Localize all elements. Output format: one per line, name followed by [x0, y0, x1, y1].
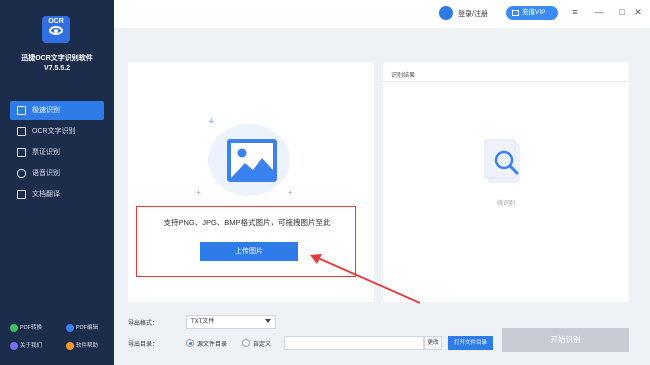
- waiting-label: 待识别: [496, 201, 515, 207]
- sidebar-item-translate[interactable]: 文档翻译: [10, 185, 104, 204]
- upload-image-illustration: [208, 124, 290, 196]
- ticket-icon: [17, 148, 26, 157]
- radio-source-dir[interactable]: [186, 339, 194, 347]
- sidebar-nav: 极速识别 OCR文字识别 票证识别 语音识别 文档翻译: [0, 101, 114, 206]
- main-area: 登录/注册 充值VIP ≡ — □ ✕ + + + 支持PNG、JPG、BMP格…: [114, 0, 650, 365]
- lightning-doc-icon: [17, 106, 26, 115]
- plus-sparkle-icon: +: [208, 116, 215, 128]
- close-icon[interactable]: ✕: [633, 6, 643, 18]
- change-dir-button[interactable]: 更改: [424, 336, 442, 350]
- vip-button[interactable]: 充值VIP: [506, 6, 558, 20]
- maximize-icon[interactable]: □: [617, 6, 627, 18]
- export-format-value: TXT文件: [191, 319, 215, 325]
- sidebar-item-label: 极速识别: [32, 107, 60, 114]
- help-label: 软件帮助: [76, 343, 99, 349]
- sidebar-item-label: OCR文字识别: [32, 128, 76, 135]
- export-format-label: 导出格式：: [128, 321, 159, 327]
- diamond-icon: [512, 10, 519, 16]
- start-recognition-button[interactable]: 开始识别: [502, 328, 629, 352]
- microphone-icon: [17, 169, 26, 178]
- pdf-edit-label: PDF编辑: [76, 325, 99, 331]
- result-panel: 识别结果 待识别: [383, 62, 629, 302]
- about-us-label: 关于我们: [20, 343, 43, 349]
- pdf-edit-icon: [66, 324, 74, 332]
- divider: [383, 81, 629, 82]
- sidebar-item-fast-recognition[interactable]: 极速识别: [10, 101, 104, 120]
- radio-custom-dir-label: 自定义: [253, 342, 272, 348]
- app-name: 迅捷OCR文字识别软件: [21, 55, 93, 62]
- upload-hint: 支持PNG、JPG、BMP格式图片，可拖拽图片至此: [163, 218, 331, 227]
- logo-text: OCR: [48, 18, 64, 25]
- pdf-convert-label: PDF转换: [20, 325, 43, 331]
- user-avatar-icon[interactable]: [439, 6, 453, 20]
- sidebar-item-label: 票证识别: [32, 149, 60, 156]
- sidebar-item-ticket[interactable]: 票证识别: [10, 143, 104, 162]
- export-path-input[interactable]: [284, 336, 424, 350]
- chevron-down-icon: [265, 319, 271, 323]
- pdf-edit-link[interactable]: PDF编辑: [66, 324, 98, 332]
- topbar: 登录/注册 充值VIP ≡ — □ ✕: [114, 0, 650, 28]
- vip-label: 充值VIP: [522, 9, 546, 16]
- sidebar-item-label: 文档翻译: [32, 191, 60, 198]
- help-icon: [66, 342, 74, 350]
- upload-panel[interactable]: + + + 支持PNG、JPG、BMP格式图片，可拖拽图片至此 上传图片: [128, 62, 374, 302]
- about-us-link[interactable]: 关于我们: [10, 342, 42, 350]
- pdf-convert-icon: [10, 324, 18, 332]
- result-title: 识别结果: [391, 73, 416, 79]
- ocr-scan-icon: [17, 127, 26, 136]
- app-version: V7.5.5.2: [43, 65, 71, 72]
- plus-sparkle-icon: +: [196, 188, 201, 197]
- app-title: 迅捷OCR文字识别软件 V7.5.5.2: [0, 54, 114, 74]
- export-dir-label: 导出目录：: [128, 342, 159, 348]
- export-format-select[interactable]: TXT文件: [186, 315, 276, 329]
- sidebar: OCR 迅捷OCR文字识别软件 V7.5.5.2 极速识别 OCR文字识别 票证…: [0, 0, 114, 365]
- document-search-icon: [483, 138, 527, 186]
- upload-highlight-box: 支持PNG、JPG、BMP格式图片，可拖拽图片至此 上传图片: [136, 206, 356, 277]
- pdf-convert-link[interactable]: PDF转换: [10, 324, 42, 332]
- help-link[interactable]: 软件帮助: [66, 342, 98, 350]
- translate-icon: [17, 190, 26, 199]
- image-placeholder-icon: [227, 139, 277, 182]
- about-icon: [10, 342, 18, 350]
- upload-image-button[interactable]: 上传图片: [200, 242, 298, 261]
- radio-custom-dir[interactable]: [242, 339, 250, 347]
- open-folder-button[interactable]: 打开文件目录: [448, 336, 493, 350]
- eye-icon: [49, 26, 63, 35]
- sidebar-item-ocr-text[interactable]: OCR文字识别: [10, 122, 104, 141]
- minimize-icon[interactable]: —: [594, 6, 604, 18]
- menu-icon[interactable]: ≡: [570, 6, 580, 18]
- plus-sparkle-icon: +: [288, 188, 293, 197]
- login-register-link[interactable]: 登录/注册: [458, 9, 488, 19]
- sidebar-item-voice[interactable]: 语音识别: [10, 164, 104, 183]
- sidebar-item-label: 语音识别: [32, 170, 60, 177]
- radio-source-dir-label: 源文件目录: [197, 342, 228, 348]
- app-logo: OCR: [42, 16, 70, 43]
